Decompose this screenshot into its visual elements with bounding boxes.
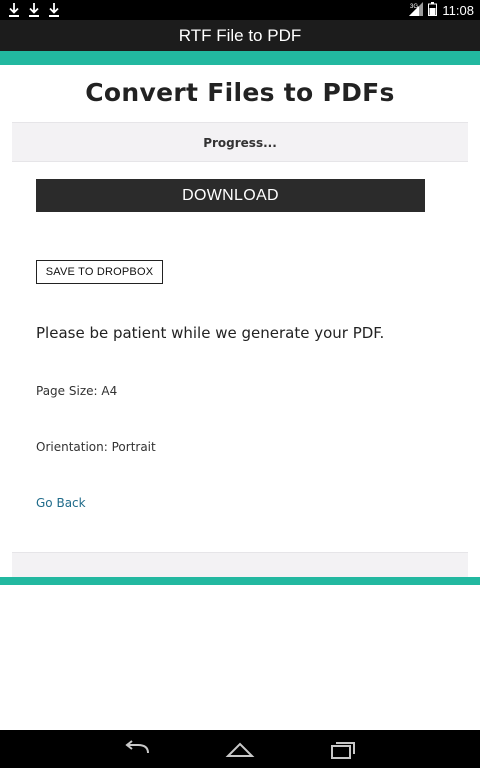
download-button[interactable]: DOWNLOAD xyxy=(36,179,425,212)
signal-icon: 3G xyxy=(409,1,424,20)
home-icon[interactable] xyxy=(224,738,256,760)
signal-label: 3G xyxy=(410,4,418,10)
page-size-text: Page Size: A4 xyxy=(36,384,118,398)
progress-panel: Progress... xyxy=(12,122,468,162)
battery-icon xyxy=(428,1,438,20)
back-icon[interactable] xyxy=(122,738,154,760)
download-icon xyxy=(28,2,40,18)
app-bar: RTF File to PDF xyxy=(0,20,480,51)
status-message: Please be patient while we generate your… xyxy=(36,324,385,342)
header-accent-band xyxy=(0,51,480,65)
status-bar: 3G 11:08 xyxy=(0,0,480,20)
footer-accent-band xyxy=(0,577,480,585)
download-icon xyxy=(8,2,20,18)
orientation-text: Orientation: Portrait xyxy=(36,440,156,454)
status-time: 11:08 xyxy=(442,2,474,18)
recents-icon[interactable] xyxy=(327,738,359,760)
go-back-link[interactable]: Go Back xyxy=(36,496,86,510)
app-title: RTF File to PDF xyxy=(178,26,302,45)
download-icon xyxy=(48,2,60,18)
download-button-label: DOWNLOAD xyxy=(182,187,279,204)
page-title: Convert Files to PDFs xyxy=(85,78,395,107)
save-to-dropbox-button[interactable]: SAVE TO DROPBOX xyxy=(36,260,163,284)
save-to-dropbox-label: SAVE TO DROPBOX xyxy=(45,266,154,278)
navigation-bar xyxy=(0,730,480,768)
footer-panel xyxy=(12,552,468,577)
progress-text: Progress... xyxy=(203,136,277,150)
